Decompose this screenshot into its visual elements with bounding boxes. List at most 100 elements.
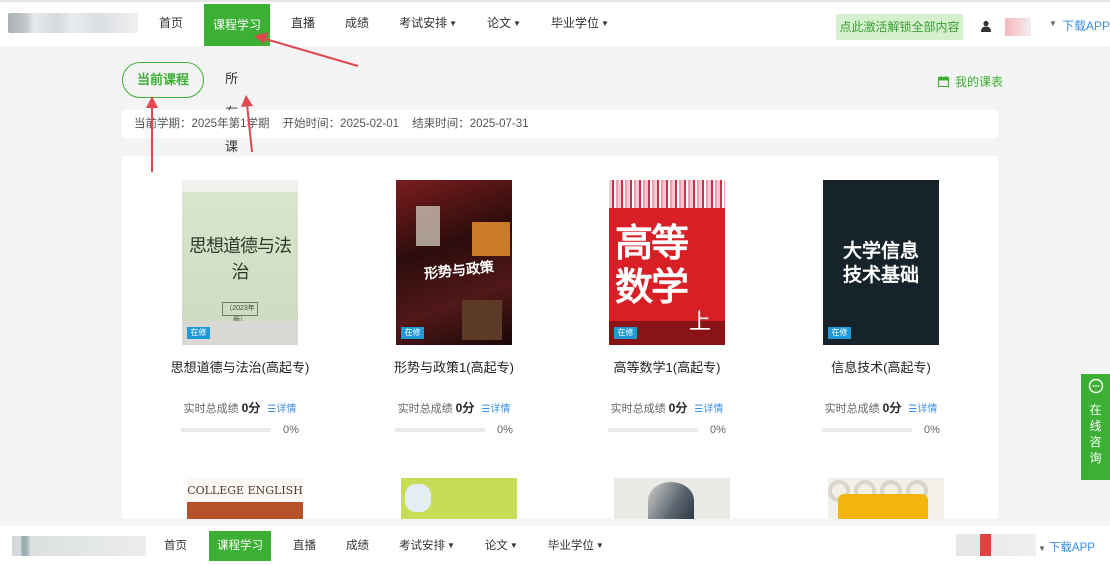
status-badge: 在修 xyxy=(828,327,851,339)
nav-home-label: 首页 xyxy=(159,16,184,30)
course-card[interactable]: 高等 数学 上 在修 高等数学1(高起专) 实时总成绩 0分 ☰详情 0% xyxy=(562,180,772,436)
nav-home[interactable]: 首页 xyxy=(150,7,192,39)
user-name-blurred[interactable] xyxy=(1005,18,1031,36)
nav-thesis-label: 论文 xyxy=(484,539,508,552)
my-schedule-label: 我的课表 xyxy=(955,75,1004,89)
course-cover-image[interactable]: 高等 数学 上 在修 xyxy=(609,180,725,345)
nav-graduation-label: 毕业学位 xyxy=(550,16,599,30)
nav-home-label: 首页 xyxy=(164,539,187,552)
course-cover-image[interactable]: COLLEGE ENGLISH xyxy=(187,478,303,519)
detail-label: 详情 xyxy=(276,404,297,415)
nav-thesis[interactable]: 论文 ▼ xyxy=(478,7,530,39)
term-info-bar: 当前学期：2025年第1学期 开始时间：2025-02-01 结束时间：2025… xyxy=(122,110,998,138)
nav-live[interactable]: 直播 xyxy=(282,7,324,39)
tab-all-courses[interactable]: 所有课程 xyxy=(225,62,238,188)
nav-exam-schedule[interactable]: 考试安排 ▼ xyxy=(391,533,463,559)
nav-home[interactable]: 首页 xyxy=(156,533,195,559)
my-schedule-link[interactable]: 我的课表 xyxy=(938,73,1003,90)
course-cover-image[interactable]: 大学信息技术基础 在修 xyxy=(823,180,939,345)
score-label: 实时总成绩 xyxy=(397,403,453,415)
nav-exam-schedule-label: 考试安排 xyxy=(399,539,445,552)
consult-char: 询 xyxy=(1089,451,1102,465)
nav-grades-label: 成绩 xyxy=(345,16,370,30)
nav-grades-label: 成绩 xyxy=(346,539,369,552)
detail-link[interactable]: ☰详情 xyxy=(267,404,296,415)
course-title[interactable]: 思想道德与法治(高起专) xyxy=(135,357,345,375)
course-cover-image[interactable] xyxy=(401,478,517,519)
score-value: 0分 xyxy=(882,401,902,415)
progress-text: 0% xyxy=(283,424,299,436)
tab-current-courses[interactable]: 当前课程 xyxy=(122,62,204,98)
course-card[interactable]: 大学信息技术基础 在修 信息技术(高起专) 实时总成绩 0分 ☰详情 0% xyxy=(776,180,986,436)
top-navbar: 首页 课程学习 直播 成绩 考试安排 ▼ 论文 ▼ 毕业学位 ▼ 点此激活解锁全部内容… xyxy=(0,0,1110,46)
semester-text: 当前学期：2025年第1学期 xyxy=(134,118,270,130)
chevron-down-icon: ▼ xyxy=(1038,544,1046,553)
activate-unlock-button[interactable]: 点此激活解锁全部内容 xyxy=(836,14,963,40)
course-title[interactable]: 高等数学1(高起专) xyxy=(562,357,772,375)
nav-exam-schedule[interactable]: 考试安排 ▼ xyxy=(390,7,466,39)
score-label: 实时总成绩 xyxy=(824,403,880,415)
progress-row: 0% xyxy=(776,424,986,436)
cover-stripe-band xyxy=(609,180,725,208)
detail-link[interactable]: ☰详情 xyxy=(481,404,510,415)
status-badge: 在修 xyxy=(187,327,210,339)
site-logo[interactable] xyxy=(8,13,138,33)
list-icon: ☰ xyxy=(481,404,491,415)
nav-live-label: 直播 xyxy=(293,539,316,552)
detail-label: 详情 xyxy=(917,404,938,415)
cover-illustration xyxy=(838,494,928,519)
download-app-link[interactable]: ▼ 下载APP xyxy=(1038,539,1095,555)
nav-live[interactable]: 直播 xyxy=(285,533,324,559)
progress-bar xyxy=(822,428,913,432)
list-icon: ☰ xyxy=(908,404,918,415)
user-info-blurred[interactable] xyxy=(956,534,1036,556)
nav-course-study[interactable]: 课程学习 xyxy=(209,530,271,561)
main-nav: 首页 课程学习 直播 成绩 考试安排 ▼ 论文 ▼ 毕业学位 ▼ xyxy=(150,0,630,46)
course-title[interactable]: 形势与政策1(高起专) xyxy=(349,357,559,375)
progress-text: 0% xyxy=(497,424,513,436)
cover-edition: （2023年版） xyxy=(222,302,258,324)
score-value: 0分 xyxy=(668,401,688,415)
nav-graduation[interactable]: 毕业学位 ▼ xyxy=(542,7,618,39)
cover-header-strip xyxy=(182,180,298,192)
chevron-down-icon[interactable]: ▼ xyxy=(1049,19,1057,28)
cover-photo-element xyxy=(416,206,440,246)
score-line: 实时总成绩 0分 ☰详情 xyxy=(349,399,559,416)
progress-row: 0% xyxy=(562,424,772,436)
cover-title-line-1: 大学信息 xyxy=(842,241,919,262)
download-app-link[interactable]: 下载APP xyxy=(1062,17,1110,34)
course-card[interactable]: 思想道德与法治 （2023年版） 在修 思想道德与法治(高起专) 实时总成绩0分… xyxy=(135,180,345,436)
progress-bar xyxy=(608,428,699,432)
course-cover-image[interactable]: 思想道德与法治 （2023年版） 在修 xyxy=(182,180,298,345)
course-card[interactable]: 形势与政策 在修 形势与政策1(高起专) 实时总成绩 0分 ☰详情 0% xyxy=(349,180,559,436)
nav-grades[interactable]: 成绩 xyxy=(336,7,378,39)
consult-char: 线 xyxy=(1089,419,1102,433)
score-line: 实时总成绩 0分 ☰详情 xyxy=(562,399,772,416)
progress-row: 0% xyxy=(135,424,345,436)
nav-graduation[interactable]: 毕业学位 ▼ xyxy=(540,533,612,559)
course-cover-image[interactable] xyxy=(828,478,944,519)
cover-title: 思想道德与法治 xyxy=(189,236,292,283)
course-title[interactable]: 信息技术(高起专) xyxy=(776,357,986,375)
detail-link[interactable]: ☰详情 xyxy=(694,404,723,415)
nav-grades[interactable]: 成绩 xyxy=(338,533,377,559)
consult-char: 在 xyxy=(1089,403,1102,417)
site-logo[interactable] xyxy=(12,536,146,556)
course-cover-image[interactable] xyxy=(614,478,730,519)
cover-title-line-2: 技术基础 xyxy=(842,265,919,286)
consult-char: 咨 xyxy=(1089,435,1102,449)
nav-live-label: 直播 xyxy=(291,16,316,30)
user-icon[interactable] xyxy=(980,20,992,32)
nav-thesis-label: 论文 xyxy=(487,16,512,30)
score-value: 0分 xyxy=(455,401,475,415)
detail-label: 详情 xyxy=(703,404,724,415)
nav-course-study-label: 课程学习 xyxy=(213,18,262,32)
nav-course-study[interactable]: 课程学习 xyxy=(204,4,271,46)
main-nav: 首页 课程学习 直播 成绩 考试安排 ▼ 论文 ▼ 毕业学位 ▼ xyxy=(156,526,626,565)
course-cover-image[interactable]: 形势与政策 在修 xyxy=(396,180,512,345)
nav-thesis[interactable]: 论文 ▼ xyxy=(477,533,526,559)
bottom-navbar: 首页 课程学习 直播 成绩 考试安排 ▼ 论文 ▼ 毕业学位 ▼ ▼ 下载APP xyxy=(0,526,1110,565)
online-consult-button[interactable]: 在 线 咨 询 xyxy=(1081,374,1110,480)
chevron-down-icon: ▼ xyxy=(449,19,457,28)
detail-link[interactable]: ☰详情 xyxy=(908,404,937,415)
